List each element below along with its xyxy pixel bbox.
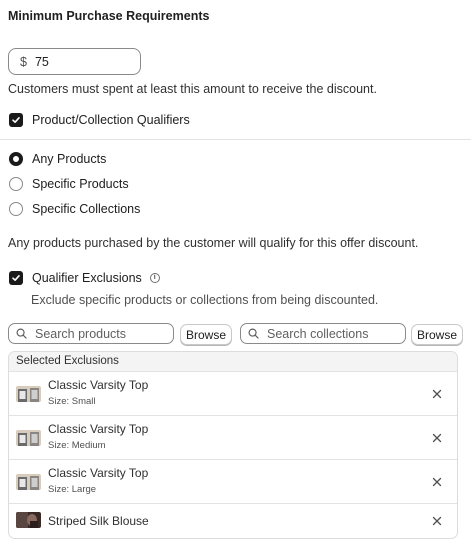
product-thumbnail (16, 512, 41, 528)
qualifiers-checkbox[interactable] (9, 113, 23, 127)
radio-button[interactable] (9, 202, 23, 216)
list-item: Classic Varsity Top Size: Small (9, 372, 457, 416)
radio-button[interactable] (9, 177, 23, 191)
radio-label: Any Products (32, 152, 107, 166)
radio-any-products[interactable]: Any Products (9, 152, 106, 166)
item-variant: Size: Medium (48, 440, 106, 451)
search-products-input[interactable]: Search products (8, 323, 174, 344)
list-item: Classic Varsity Top Size: Large (9, 460, 457, 504)
item-variant: Size: Large (48, 484, 97, 495)
exclusions-description: Exclude specific products or collections… (31, 293, 379, 307)
exclusions-checkbox-label: Qualifier Exclusions (32, 271, 142, 285)
item-title: Classic Varsity Top (48, 378, 149, 392)
search-icon (248, 328, 259, 339)
item-title: Classic Varsity Top (48, 422, 149, 436)
section-title: Minimum Purchase Requirements (8, 9, 210, 23)
search-products-placeholder: Search products (35, 326, 127, 341)
divider (0, 139, 471, 140)
minimum-amount-input[interactable]: $ 75 (8, 48, 141, 75)
radio-specific-products[interactable]: Specific Products (9, 177, 129, 191)
currency-symbol: $ (20, 54, 27, 69)
radio-label: Specific Collections (32, 202, 141, 216)
product-thumbnail (16, 474, 41, 490)
radio-specific-collections[interactable]: Specific Collections (9, 202, 140, 216)
qualifier-note: Any products purchased by the customer w… (8, 236, 419, 250)
panel-title: Selected Exclusions (9, 352, 457, 372)
checkmark-icon (12, 275, 20, 281)
item-variant: Size: Small (48, 396, 96, 407)
amount-help-text: Customers must spent at least this amoun… (8, 82, 377, 96)
product-thumbnail (16, 430, 41, 446)
exclusions-checkbox[interactable] (9, 271, 23, 285)
close-icon[interactable] (432, 477, 442, 487)
item-title: Classic Varsity Top (48, 466, 149, 480)
exclusions-checkbox-row[interactable]: Qualifier Exclusions i (9, 271, 160, 285)
close-icon[interactable] (432, 516, 442, 526)
qualifiers-checkbox-row[interactable]: Product/Collection Qualifiers (9, 113, 190, 127)
product-thumbnail (16, 386, 41, 402)
search-collections-placeholder: Search collections (267, 326, 369, 341)
amount-value: 75 (34, 54, 49, 69)
browse-collections-button[interactable]: Browse (411, 324, 463, 345)
info-icon[interactable]: i (149, 273, 160, 283)
radio-label: Specific Products (32, 177, 129, 191)
close-icon[interactable] (432, 389, 442, 399)
list-item: Classic Varsity Top Size: Medium (9, 416, 457, 460)
list-item: Striped Silk Blouse (9, 504, 457, 538)
qualifiers-checkbox-label: Product/Collection Qualifiers (32, 113, 190, 127)
checkmark-icon (12, 117, 20, 123)
search-icon (16, 328, 27, 339)
item-title: Striped Silk Blouse (48, 514, 149, 528)
browse-products-button[interactable]: Browse (180, 324, 232, 345)
search-collections-input[interactable]: Search collections (240, 323, 406, 344)
close-icon[interactable] (432, 433, 442, 443)
radio-button[interactable] (9, 152, 23, 166)
selected-exclusions-panel: Selected Exclusions Classic Varsity Top … (8, 351, 458, 539)
